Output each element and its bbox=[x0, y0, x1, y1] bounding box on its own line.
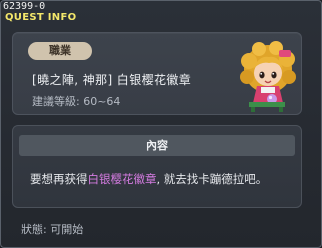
job-tag: 職業 bbox=[28, 42, 92, 60]
quest-info-window: 62399-0 QUEST INFO 職業 [曉之陣, 神那] 白银樱花徽章 建… bbox=[0, 0, 322, 248]
quest-status: 狀態: 可開始 bbox=[21, 223, 84, 236]
window-title: QUEST INFO bbox=[5, 12, 77, 23]
character-avatar-icon bbox=[239, 39, 299, 113]
job-name: [曉之陣, 神那] 白银樱花徽章 bbox=[32, 73, 192, 87]
content-body-suffix: , 就去找卡蹦德拉吧。 bbox=[156, 172, 268, 186]
window-id: 62399-0 bbox=[3, 1, 46, 12]
quest-item-highlight: 白银樱花徽章 bbox=[87, 172, 157, 186]
content-header: 內容 bbox=[19, 135, 295, 156]
content-card: 內容 要想再获得白银樱花徽章, 就去找卡蹦德拉吧。 bbox=[12, 125, 302, 208]
recommended-level: 建議等級: 60~64 bbox=[32, 95, 121, 108]
content-body-prefix: 要想再获得 bbox=[30, 172, 88, 186]
job-card: 職業 [曉之陣, 神那] 白银樱花徽章 建議等級: 60~64 bbox=[12, 32, 302, 115]
content-description: 要想再获得白银樱花徽章, 就去找卡蹦德拉吧。 bbox=[30, 171, 267, 187]
